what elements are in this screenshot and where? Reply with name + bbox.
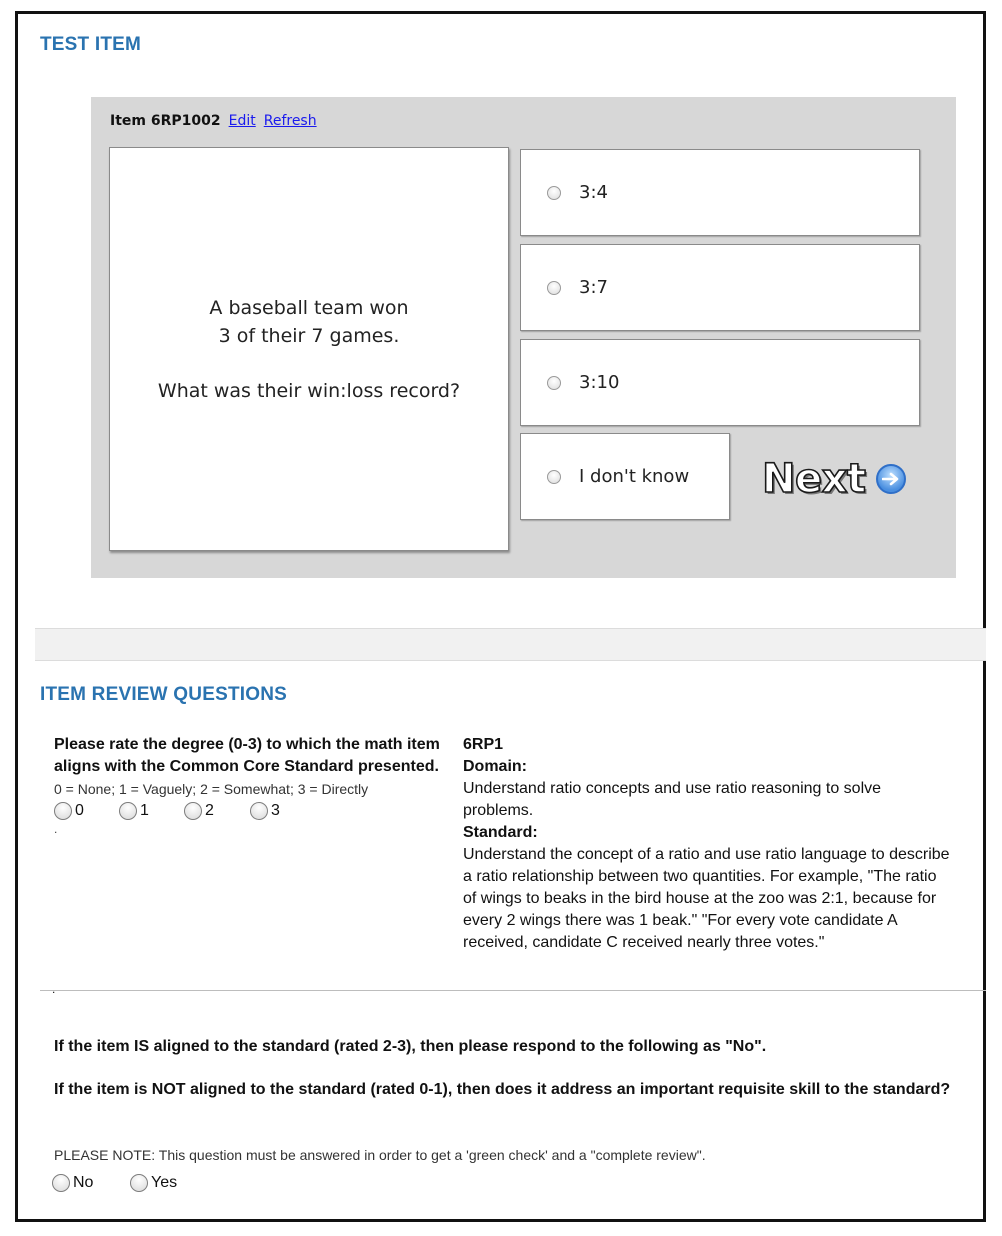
item-preview-panel: Item 6RP1002 Edit Refresh A baseball tea… <box>91 97 956 578</box>
stray-dot: . <box>54 822 58 836</box>
rating-radio-group: 0 1 2 3 <box>54 802 454 820</box>
choice-label: 3:10 <box>579 372 620 393</box>
section-divider <box>35 628 986 661</box>
test-item-heading: TEST ITEM <box>40 34 142 55</box>
radio-icon[interactable] <box>547 375 561 390</box>
domain-text: Understand ratio concepts and use ratio … <box>463 780 882 819</box>
rating-option-label: 0 <box>75 802 84 819</box>
rating-option-label: 2 <box>205 802 214 819</box>
choice-option-dont-know[interactable]: I don't know <box>520 433 730 520</box>
radio-icon[interactable] <box>119 802 137 820</box>
answer-no-label: No <box>73 1174 94 1191</box>
choice-label: 3:7 <box>579 277 608 298</box>
standard-description: 6RP1 Domain: Understand ratio concepts a… <box>463 734 953 954</box>
standard-label: Standard: <box>463 824 538 841</box>
alignment-rating-block: Please rate the degree (0-3) to which th… <box>54 734 454 836</box>
answer-yes-option[interactable]: Yes <box>130 1174 177 1192</box>
aligned-instruction: If the item IS aligned to the standard (… <box>54 1038 767 1055</box>
horizontal-rule <box>40 990 986 991</box>
radio-icon[interactable] <box>184 802 202 820</box>
edit-link[interactable]: Edit <box>229 113 256 129</box>
rating-scale-key: 0 = None; 1 = Vaguely; 2 = Somewhat; 3 =… <box>54 781 369 797</box>
standard-code: 6RP1 <box>463 736 504 753</box>
rating-option-1[interactable]: 1 <box>119 802 184 820</box>
refresh-link[interactable]: Refresh <box>264 113 317 129</box>
question-line-1: A baseball team won <box>209 296 409 319</box>
radio-icon[interactable] <box>52 1174 70 1192</box>
rating-option-3[interactable]: 3 <box>250 802 280 820</box>
next-button[interactable]: Next <box>761 455 906 503</box>
yes-no-radio-group: No Yes <box>52 1174 177 1192</box>
stray-dot: . <box>52 982 56 996</box>
requisite-skill-question: If the item is NOT aligned to the standa… <box>54 1081 951 1098</box>
next-label: Next <box>761 455 867 503</box>
rating-option-0[interactable]: 0 <box>54 802 119 820</box>
choice-label: I don't know <box>579 466 690 487</box>
answer-no-option[interactable]: No <box>52 1174 130 1192</box>
item-id-label: Item 6RP1002 <box>110 113 221 129</box>
question-prompt: What was their win:loss record? <box>157 379 461 402</box>
choice-label: 3:4 <box>579 182 608 203</box>
choice-option-1[interactable]: 3:4 <box>520 149 920 236</box>
required-note: PLEASE NOTE: This question must be answe… <box>54 1147 706 1163</box>
item-header: Item 6RP1002 Edit Refresh <box>110 113 317 129</box>
answer-yes-label: Yes <box>151 1174 178 1191</box>
radio-icon[interactable] <box>547 469 561 484</box>
question-line-2: 3 of their 7 games. <box>218 324 400 347</box>
radio-icon[interactable] <box>547 185 561 200</box>
arrow-right-circle-icon[interactable] <box>875 464 906 494</box>
rating-option-label: 3 <box>271 802 280 819</box>
question-card: A baseball team won 3 of their 7 games. … <box>109 147 509 551</box>
radio-icon[interactable] <box>250 802 268 820</box>
domain-label: Domain: <box>463 758 527 775</box>
choice-option-2[interactable]: 3:7 <box>520 244 920 331</box>
review-questions-heading: ITEM REVIEW QUESTIONS <box>40 684 287 705</box>
page-frame: TEST ITEM Item 6RP1002 Edit Refresh A ba… <box>15 11 986 1222</box>
radio-icon[interactable] <box>547 280 561 295</box>
alignment-question: Please rate the degree (0-3) to which th… <box>54 736 440 775</box>
radio-icon[interactable] <box>130 1174 148 1192</box>
radio-icon[interactable] <box>54 802 72 820</box>
standard-text: Understand the concept of a ratio and us… <box>463 846 950 951</box>
rating-option-2[interactable]: 2 <box>184 802 250 820</box>
rating-option-label: 1 <box>140 802 149 819</box>
choice-option-3[interactable]: 3:10 <box>520 339 920 426</box>
